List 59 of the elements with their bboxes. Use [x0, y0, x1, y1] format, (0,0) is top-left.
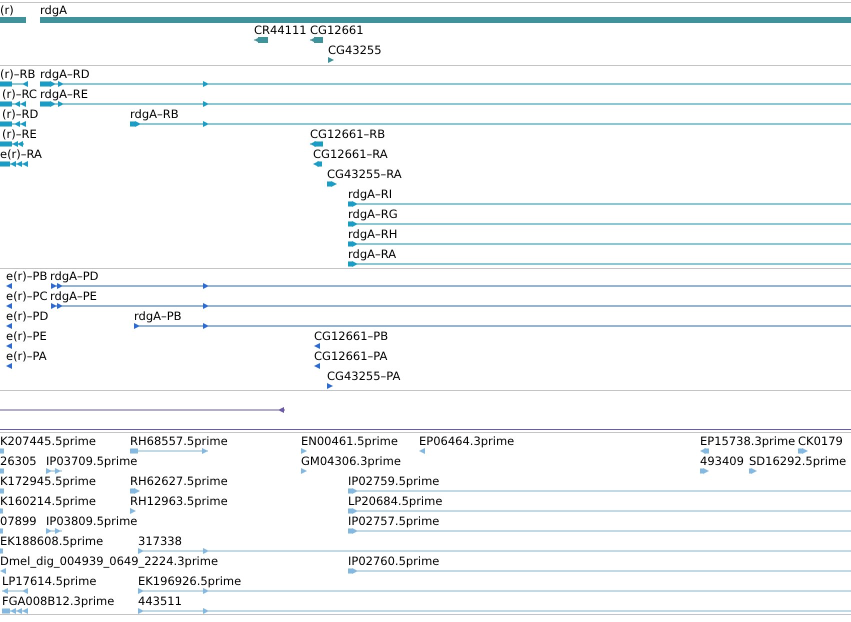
- feature-label: EK196926.5prime: [138, 574, 242, 588]
- feature-label: CG12661–PA: [314, 349, 388, 363]
- feature-label: rdgA–PD: [50, 269, 99, 283]
- feature-label: SD16292.5prime: [749, 454, 846, 468]
- feature-label: rdgA: [40, 3, 67, 17]
- feature-label: rdgA–RE: [40, 87, 88, 101]
- feature-label: GM04306.3prime: [301, 454, 401, 468]
- feature-label: rdgA–PB: [134, 309, 182, 323]
- feature-label: Dmel_dig_004939_0649_2224.3prime: [0, 554, 218, 568]
- feature-label: 493409: [700, 454, 744, 468]
- feature-label: K172945.5prime: [0, 474, 96, 488]
- feature-label: 443511: [138, 594, 182, 608]
- feature-label: RH12963.5prime: [130, 494, 228, 508]
- feature-label: K160214.5prime: [0, 494, 96, 508]
- feature-label: CG43255–RA: [327, 167, 402, 181]
- feature-label: CG12661–RB: [310, 127, 386, 141]
- feature-label: IP02759.5prime: [348, 474, 440, 488]
- feature-label: rdgA–RA: [348, 247, 396, 261]
- feature-label: (r)–RD: [2, 107, 38, 121]
- feature-label: (r)–RE: [2, 127, 37, 141]
- feature-label: e(r)–PD: [6, 309, 48, 323]
- feature-label: e(r)–PC: [6, 289, 48, 303]
- feature-label: IP02760.5prime: [348, 554, 440, 568]
- feature-label: EN00461.5prime: [301, 434, 398, 448]
- feature-label: LP17614.5prime: [2, 574, 96, 588]
- feature-label: EP06464.3prime: [419, 434, 514, 448]
- feature-label: CG12661: [310, 23, 364, 37]
- feature-label: rdgA–RD: [40, 67, 90, 81]
- feature-label: CG12661–RA: [313, 147, 388, 161]
- feature-label: IP03709.5prime: [46, 454, 138, 468]
- feature-label: IP03809.5prime: [46, 514, 138, 528]
- feature-label: EP15738.3prime: [700, 434, 796, 448]
- feature-label: rdgA–PE: [50, 289, 97, 303]
- feature-label: e(r)–PA: [6, 349, 47, 363]
- feature-label: (r)–RC: [2, 87, 37, 101]
- feature-label: (r)–RB: [0, 67, 36, 81]
- feature-label: CG43255–PA: [327, 369, 400, 383]
- feature-label: e(r)–RA: [0, 147, 42, 161]
- feature-label: CK0179: [798, 434, 843, 448]
- feature-label: CR44111: [254, 23, 307, 37]
- feature-label: e(r)–PE: [6, 329, 47, 343]
- feature-label: LP20684.5prime: [348, 494, 442, 508]
- feature-label: EK188608.5prime: [0, 534, 104, 548]
- feature-label: rdgA–RI: [348, 187, 392, 201]
- feature-label: RH68557.5prime: [130, 434, 228, 448]
- feature-label: K207445.5prime: [0, 434, 96, 448]
- feature-label: RH62627.5prime: [130, 474, 228, 488]
- feature-label: e(r)–PB: [6, 269, 48, 283]
- feature-label: 07899: [0, 514, 37, 528]
- feature-label: (r): [0, 3, 14, 17]
- feature-label: CG12661–PB: [314, 329, 388, 343]
- feature-label: CG43255: [328, 43, 382, 57]
- feature-label: rdgA–RB: [130, 107, 179, 121]
- feature-label: IP02757.5prime: [348, 514, 440, 528]
- feature-label: rdgA–RG: [348, 207, 398, 221]
- feature-label: 26305: [0, 454, 37, 468]
- feature-label: FGA008B12.3prime: [2, 594, 114, 608]
- feature-label: rdgA–RH: [348, 227, 398, 241]
- feature-label: 317338: [138, 534, 182, 548]
